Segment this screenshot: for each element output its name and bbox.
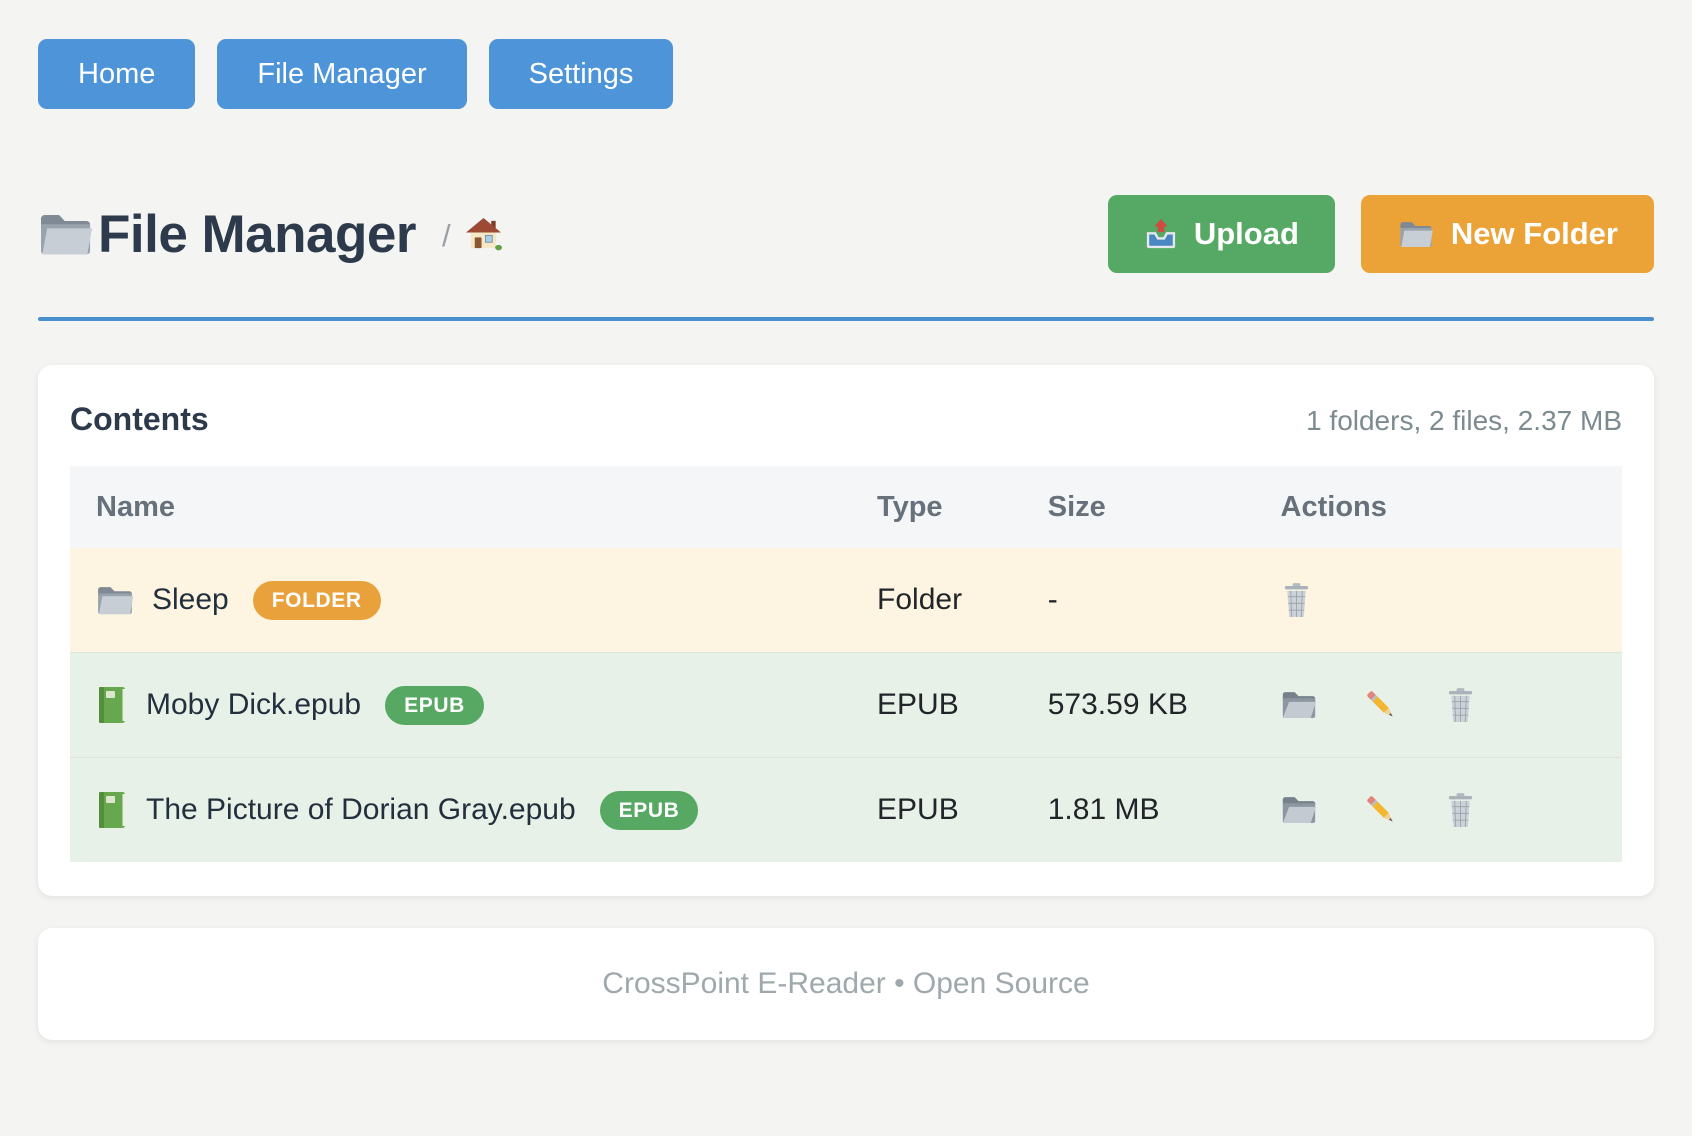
folder-open-icon: [1281, 690, 1317, 720]
page-title: File Manager: [98, 204, 416, 265]
trash-icon: [1445, 792, 1476, 829]
table-row[interactable]: Moby Dick.epub EPUB EPUB 573.59 KB: [70, 652, 1622, 757]
nav-file-manager-button[interactable]: File Manager: [217, 39, 466, 109]
edit-button[interactable]: [1363, 687, 1399, 723]
column-header-actions: Actions: [1281, 491, 1622, 524]
name-cell: Sleep FOLDER: [70, 581, 877, 620]
column-header-type: Type: [877, 491, 1048, 524]
delete-button[interactable]: [1445, 687, 1476, 724]
trash-icon: [1281, 582, 1312, 619]
breadcrumb: /: [442, 216, 502, 253]
row-actions: [1281, 792, 1622, 829]
name-cell: The Picture of Dorian Gray.epub EPUB: [70, 791, 877, 830]
upload-button[interactable]: Upload: [1108, 195, 1335, 273]
file-size: 573.59 KB: [1048, 688, 1281, 722]
table-row[interactable]: The Picture of Dorian Gray.epub EPUB EPU…: [70, 757, 1622, 862]
row-actions: [1281, 687, 1622, 724]
folder-icon: [96, 585, 134, 616]
open-button[interactable]: [1281, 795, 1317, 825]
column-header-name: Name: [70, 491, 877, 524]
house-icon[interactable]: [465, 216, 502, 251]
nav-settings-button[interactable]: Settings: [489, 39, 674, 109]
type-badge: EPUB: [600, 791, 699, 830]
nav-home-button[interactable]: Home: [38, 39, 195, 109]
trash-icon: [1445, 687, 1476, 724]
name-cell: Moby Dick.epub EPUB: [70, 686, 877, 725]
file-size: 1.81 MB: [1048, 793, 1281, 827]
table-header-row: Name Type Size Actions: [70, 466, 1622, 548]
file-name: Moby Dick.epub: [146, 688, 361, 722]
table-row[interactable]: Sleep FOLDER Folder -: [70, 548, 1622, 652]
breadcrumb-separator: /: [442, 220, 451, 251]
header-buttons: Upload New Folder: [1108, 195, 1654, 273]
outbox-tray-icon: [1144, 218, 1178, 250]
type-badge: FOLDER: [253, 581, 381, 620]
file-name: Sleep: [152, 583, 229, 617]
table-body: Sleep FOLDER Folder - Moby Dick.epub EPU…: [70, 548, 1622, 862]
page: Home File Manager Settings File Manager …: [0, 0, 1692, 1040]
top-nav: Home File Manager Settings: [38, 39, 1654, 109]
green-book-icon: [96, 686, 128, 724]
new-folder-button[interactable]: New Folder: [1361, 195, 1654, 273]
file-type: Folder: [877, 583, 1048, 617]
contents-stats: 1 folders, 2 files, 2.37 MB: [1306, 405, 1622, 437]
footer-card: CrossPoint E-Reader • Open Source: [38, 928, 1654, 1040]
file-table: Name Type Size Actions Sleep FOLDER Fold…: [70, 466, 1622, 862]
page-header: File Manager / Upload N: [38, 195, 1654, 273]
contents-card-header: Contents 1 folders, 2 files, 2.37 MB: [70, 401, 1622, 438]
folder-icon: [1398, 220, 1433, 249]
pencil-icon: [1363, 687, 1399, 723]
file-type: EPUB: [877, 793, 1048, 827]
footer-text: CrossPoint E-Reader • Open Source: [602, 967, 1089, 1001]
header-divider: [38, 317, 1654, 321]
file-size: -: [1048, 583, 1281, 617]
contents-heading: Contents: [70, 401, 209, 438]
file-name: The Picture of Dorian Gray.epub: [146, 793, 576, 827]
folder-open-icon: [1281, 795, 1317, 825]
contents-card: Contents 1 folders, 2 files, 2.37 MB Nam…: [38, 365, 1654, 896]
folder-icon: [38, 212, 93, 257]
pencil-icon: [1363, 792, 1399, 828]
column-header-size: Size: [1048, 491, 1281, 524]
green-book-icon: [96, 791, 128, 829]
file-type: EPUB: [877, 688, 1048, 722]
delete-button[interactable]: [1281, 582, 1312, 619]
new-folder-button-label: New Folder: [1451, 216, 1618, 252]
edit-button[interactable]: [1363, 792, 1399, 828]
type-badge: EPUB: [385, 686, 484, 725]
title-wrap: File Manager /: [38, 204, 502, 265]
row-actions: [1281, 582, 1622, 619]
upload-button-label: Upload: [1194, 216, 1299, 252]
delete-button[interactable]: [1445, 792, 1476, 829]
open-button[interactable]: [1281, 690, 1317, 720]
